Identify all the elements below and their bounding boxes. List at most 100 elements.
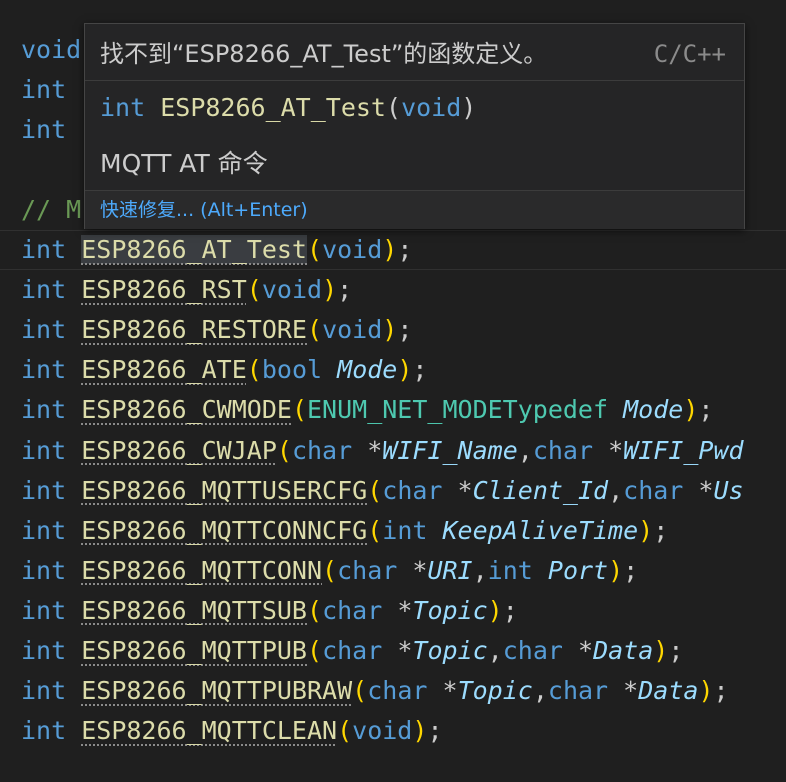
hover-divider: [85, 80, 744, 81]
param-name: URI: [427, 555, 473, 585]
pointer-star: *: [698, 475, 714, 505]
pointer-star: *: [397, 595, 413, 625]
keyword: void: [21, 35, 82, 64]
hover-popup: 找不到“ESP8266_AT_Test”的函数定义。 C/C++ int ESP…: [84, 23, 745, 229]
code-line[interactable]: int ESP8266_CWJAP(char *WIFI_Name,char *…: [21, 431, 744, 471]
open-paren: (: [246, 355, 262, 385]
close-paren: ): [698, 676, 714, 706]
open-paren: (: [337, 716, 353, 746]
close-paren: ): [382, 235, 398, 264]
code-line[interactable]: int ESP8266_MQTTCLEAN(void);: [21, 711, 443, 751]
hover-error-message: 找不到“ESP8266_AT_Test”的函数定义。: [100, 40, 548, 68]
open-paren: (: [307, 595, 323, 625]
param-type: void: [352, 716, 413, 746]
function-name: ESP8266_MQTTCONNCFG: [81, 515, 368, 545]
signature-open-paren: (: [386, 93, 402, 122]
code-editor[interactable]: void int int // M int ESP8266_AT_Test(vo…: [0, 0, 786, 782]
param-type: bool: [261, 355, 323, 385]
param-name: Topic: [457, 676, 533, 706]
signature-close-paren: ): [461, 93, 477, 122]
signature-return-type: int: [100, 93, 146, 122]
param-type: void: [322, 315, 383, 345]
return-type: int: [21, 235, 67, 264]
param-name: WIFI_Name: [382, 435, 518, 465]
keyword: int: [21, 75, 67, 104]
code-line[interactable]: int ESP8266_MQTTCONN(char *URI,int Port)…: [21, 551, 638, 591]
param-name: Mode: [337, 355, 398, 385]
hover-doc-comment: MQTT AT 命令: [100, 149, 268, 178]
semicolon: ;: [427, 716, 443, 746]
param-name: Topic: [412, 636, 488, 665]
code-line-hidden-2[interactable]: int: [21, 70, 66, 110]
param-name: Port: [547, 555, 609, 585]
signature-param: void: [401, 93, 462, 122]
code-line[interactable]: int ESP8266_MQTTCONNCFG(int KeepAliveTim…: [21, 511, 668, 551]
keyword: int: [21, 115, 67, 144]
code-line[interactable]: int ESP8266_MQTTSUB(char *Topic);: [21, 591, 518, 631]
comma: ,: [532, 676, 548, 706]
close-paren: ): [653, 636, 669, 665]
open-paren: (: [246, 275, 262, 305]
hover-status-bar: 快速修复... (Alt+Enter): [85, 190, 744, 229]
comma: ,: [608, 475, 624, 505]
pointer-star: *: [397, 636, 413, 665]
return-type: int: [21, 355, 67, 385]
code-line[interactable]: int ESP8266_MQTTUSERCFG(char *Client_Id,…: [21, 471, 744, 511]
param-name: KeepAliveTime: [442, 515, 639, 545]
param-name: Data: [638, 676, 699, 706]
open-paren: (: [291, 395, 307, 425]
return-type: int: [21, 435, 67, 465]
param-type: char: [367, 676, 428, 706]
close-paren: ): [322, 275, 338, 305]
comma: ,: [472, 555, 488, 585]
semicolon: ;: [653, 515, 669, 545]
semicolon: ;: [397, 315, 413, 345]
pointer-star: *: [367, 435, 383, 465]
semicolon: ;: [337, 275, 353, 305]
comma: ,: [517, 435, 533, 465]
code-line-hidden-3[interactable]: int: [21, 110, 66, 150]
code-line[interactable]: int ESP8266_RESTORE(void);: [21, 310, 412, 350]
open-paren: (: [307, 315, 323, 345]
semicolon: ;: [698, 395, 714, 425]
return-type: int: [21, 676, 67, 706]
pointer-star: *: [457, 475, 473, 505]
code-line[interactable]: int ESP8266_CWMODE(ENUM_NET_MODETypedef …: [21, 390, 713, 430]
close-paren: ): [608, 555, 624, 585]
function-name: ESP8266_MQTTSUB: [81, 595, 307, 625]
return-type: int: [21, 475, 67, 505]
param-type: char: [322, 636, 383, 665]
function-name: ESP8266_ATE: [81, 355, 247, 385]
param-name: Topic: [412, 595, 488, 625]
return-type: int: [21, 716, 67, 746]
param-name: Mode: [623, 395, 684, 425]
open-paren: (: [307, 235, 323, 264]
param-name: Data: [593, 636, 654, 665]
param-type: char: [291, 435, 353, 465]
close-paren: ): [397, 355, 413, 385]
param-type: char: [623, 475, 684, 505]
comma: ,: [487, 636, 503, 665]
function-name: ESP8266_AT_Test: [81, 235, 307, 264]
param-name: Client_Id: [472, 475, 609, 505]
code-line[interactable]: int ESP8266_MQTTPUB(char *Topic,char *Da…: [21, 631, 683, 671]
function-name: ESP8266_MQTTUSERCFG: [81, 475, 368, 505]
code-line[interactable]: int ESP8266_RST(void);: [21, 270, 352, 310]
code-line[interactable]: int ESP8266_MQTTPUBRAW(char *Topic,char …: [21, 671, 729, 711]
close-paren: ): [638, 515, 654, 545]
param-type: char: [382, 475, 443, 505]
semicolon: ;: [713, 676, 729, 706]
param-type: int: [487, 555, 533, 585]
code-line-comment[interactable]: // M: [21, 190, 81, 230]
open-paren: (: [367, 475, 383, 505]
semicolon: ;: [623, 555, 639, 585]
param-type: void: [261, 275, 323, 305]
code-line[interactable]: int ESP8266_ATE(bool Mode);: [21, 350, 427, 390]
return-type: int: [21, 515, 67, 545]
param-type: char: [322, 595, 383, 625]
param-type: void: [322, 235, 383, 264]
quick-fix-link[interactable]: 快速修复... (Alt+Enter): [100, 195, 308, 225]
code-line-hidden-1[interactable]: void: [21, 30, 81, 70]
code-line[interactable]: int ESP8266_AT_Test(void);: [21, 230, 412, 270]
function-name: ESP8266_MQTTCONN: [81, 555, 323, 585]
